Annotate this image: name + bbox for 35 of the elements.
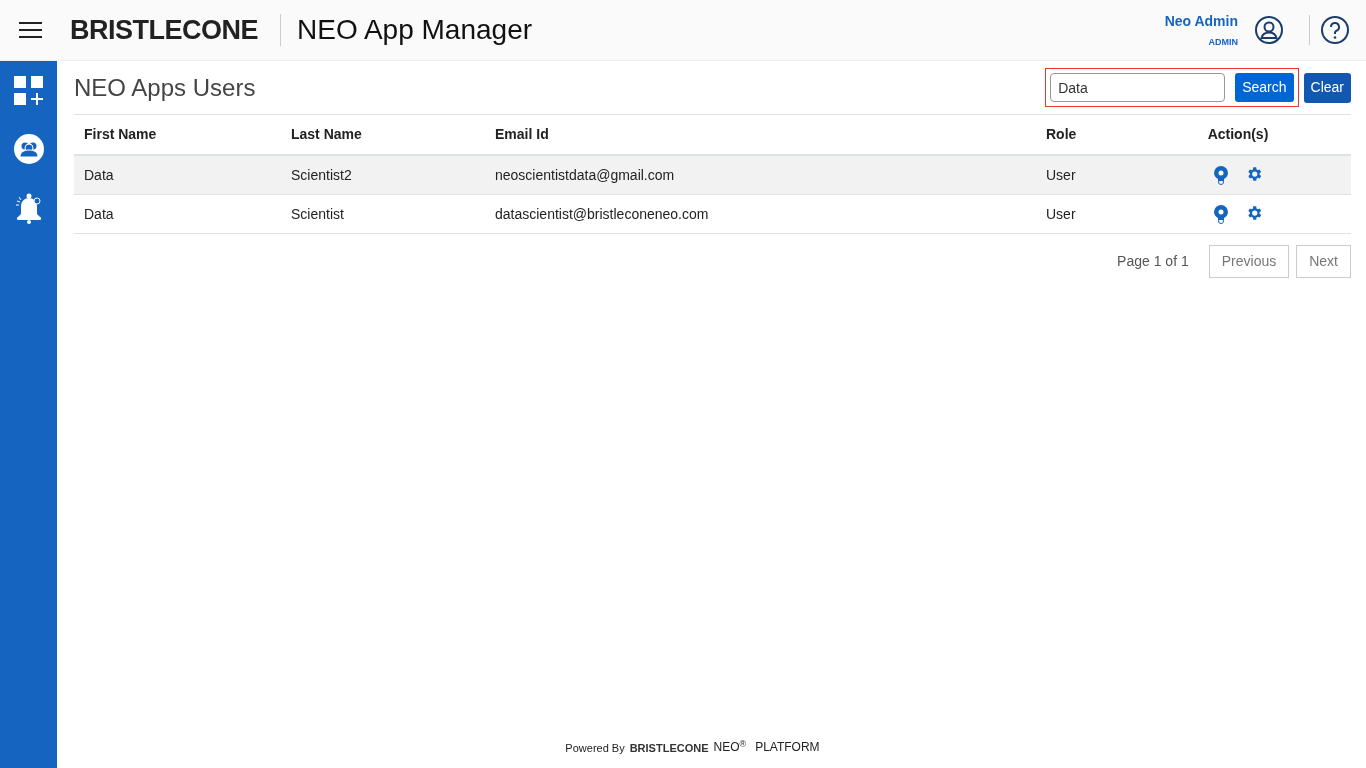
column-header: Email Id xyxy=(494,125,550,144)
user-account-icon[interactable] xyxy=(1255,16,1283,44)
help-icon[interactable] xyxy=(1321,16,1349,44)
table-cell-text: Scientist xyxy=(290,204,345,224)
column-header: Action(s) xyxy=(1206,125,1270,144)
menu-icon[interactable] xyxy=(19,22,42,38)
search-field[interactable]: Data xyxy=(1050,73,1226,102)
column-header: First Name xyxy=(83,125,158,144)
apps-add-icon[interactable] xyxy=(13,76,44,106)
column-header: Last Name xyxy=(290,125,363,144)
product-name: NEO$^{®}$ xyxy=(713,738,747,756)
powered-by-text: Powered By xyxy=(565,740,625,756)
search-button[interactable]: Search xyxy=(1235,73,1294,102)
table-cell-text: datascientist@bristleconeneo.com xyxy=(494,204,710,224)
next-button[interactable]: Next xyxy=(1296,245,1351,278)
table-cell-text: User xyxy=(1045,204,1077,224)
brand-logo: BRISTLECONE xyxy=(629,740,709,756)
table-row[interactable]: Data Scientist2 neoscientistdata@gmail.com User xyxy=(74,156,1351,195)
platform-text: PLATFORM xyxy=(755,739,820,756)
users-group-icon[interactable] xyxy=(13,134,44,164)
column-header: Role xyxy=(1045,125,1078,144)
table-cell-text: Data xyxy=(83,204,115,224)
previous-button[interactable]: Previous xyxy=(1208,245,1290,278)
clear-button[interactable]: Clear xyxy=(1303,72,1351,103)
user-name: Neo Admin xyxy=(1164,11,1238,31)
brand-logo: BRISTLECONE xyxy=(70,13,258,47)
table-cell-text: neoscientistdata@gmail.com xyxy=(494,165,676,185)
app-title: NEO App Manager xyxy=(297,13,533,47)
user-role: ADMIN xyxy=(1208,35,1238,49)
page-indicator: Page 1 of 1 xyxy=(1117,252,1189,271)
table-cell-text: Scientist2 xyxy=(290,165,353,185)
table-cell-text: Data xyxy=(83,165,115,185)
table-cell-text: User xyxy=(1045,165,1077,185)
bell-icon[interactable] xyxy=(14,192,43,224)
page-title: NEO Apps Users xyxy=(74,72,256,103)
